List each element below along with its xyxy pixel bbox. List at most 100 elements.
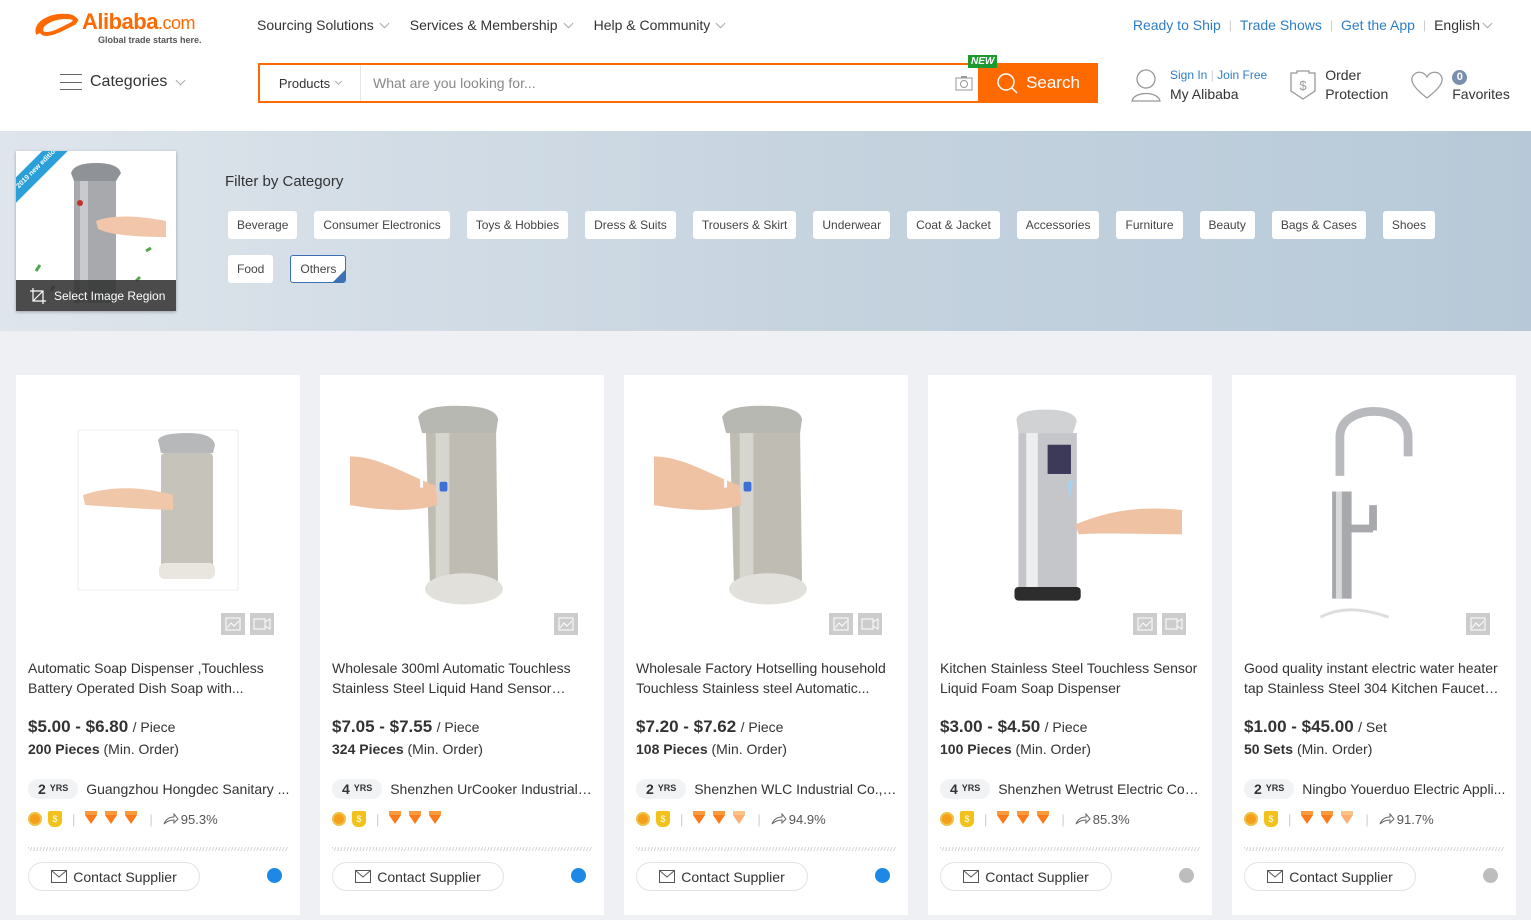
supplier-name[interactable]: Shenzhen UrCooker Industrial C... [390,781,594,797]
category-chip[interactable]: Dress & Suits [585,211,676,239]
nav-services-membership[interactable]: Services & Membership [410,17,574,33]
image-icon[interactable] [554,613,578,635]
ready-to-ship-link[interactable]: Ready to Ship [1133,17,1221,33]
trade-shows-link[interactable]: Trade Shows [1240,17,1322,33]
product-card[interactable]: Automatic Soap Dispenser ,Touchless Batt… [16,375,300,915]
product-title[interactable]: Wholesale 300ml Automatic Touchless Stai… [332,658,594,698]
product-card[interactable]: Good quality instant electric water heat… [1232,375,1516,915]
supplier-name[interactable]: Shenzhen Wetrust Electric Co., ... [998,781,1202,797]
favorites-label: Favorites [1452,86,1510,102]
image-search-banner: 2019 new edition Select Image Region Fil… [0,131,1531,331]
divider: | [1329,18,1333,32]
min-order-suffix: (Min. Order) [1296,741,1373,757]
chevron-down-icon [175,75,186,85]
divider [1244,847,1504,851]
logo-name: Alibaba [82,9,158,34]
contact-supplier-button[interactable]: Contact Supplier [332,862,504,891]
reply-arrow-icon [771,813,787,825]
product-card[interactable]: Wholesale Factory Hotselling household T… [624,375,908,915]
my-alibaba[interactable]: Sign In | Join Free My Alibaba [1130,66,1267,104]
chat-icon[interactable] [1483,868,1498,883]
category-chip[interactable]: Accessories [1016,211,1100,239]
supplier-info: 2 YRS Shenzhen WLC Industrial Co., Ltd. [636,779,898,799]
product-title[interactable]: Wholesale Factory Hotselling household T… [636,658,898,698]
product-image[interactable] [654,395,878,625]
camera-icon[interactable] [950,65,978,101]
sign-in-link[interactable]: Sign In [1170,68,1207,82]
response-rate-value: 91.7% [1396,811,1434,827]
category-chip[interactable]: Beverage [228,211,298,239]
min-order-suffix: (Min. Order) [1015,741,1091,757]
category-chip[interactable]: Food [228,255,274,283]
category-chip[interactable]: Consumer Electronics [314,211,450,239]
product-title[interactable]: Kitchen Stainless Steel Touchless Sensor… [940,658,1202,698]
product-image[interactable] [350,395,574,625]
product-image[interactable] [46,395,270,625]
min-order-qty: 324 Pieces [332,741,404,757]
chat-icon[interactable] [1179,868,1194,883]
image-icon[interactable] [829,613,853,635]
category-chip[interactable]: Furniture [1116,211,1183,239]
category-chip[interactable]: Beauty [1199,211,1255,239]
search-image[interactable]: 2019 new edition Select Image Region [16,151,176,311]
gold-supplier-icon: $ [352,811,366,827]
contact-supplier-button[interactable]: Contact Supplier [636,862,808,891]
response-rate: 95.3% [163,812,218,827]
diamond-icon [1037,810,1050,824]
chat-icon[interactable] [267,868,282,883]
image-icon[interactable] [1133,613,1157,635]
search-input[interactable] [361,65,950,101]
product-title[interactable]: Automatic Soap Dispenser ,Touchless Batt… [28,658,290,698]
video-icon[interactable] [250,613,274,635]
product-price: $1.00 - $45.00 / Set [1244,717,1387,737]
product-image[interactable] [958,395,1182,625]
divider: | [1228,18,1232,32]
nav-sourcing-solutions[interactable]: Sourcing Solutions [257,17,390,33]
years-value: 4 [950,781,958,797]
min-order: 200 Pieces (Min. Order) [28,741,179,757]
nav-help-community[interactable]: Help & Community [594,17,726,33]
image-icon[interactable] [221,613,245,635]
favorites[interactable]: 0 Favorites [1410,66,1510,104]
image-icon[interactable] [1466,613,1490,635]
min-order: 324 Pieces (Min. Order) [332,741,483,757]
category-chip[interactable]: Shoes [1382,211,1435,239]
contact-supplier-button[interactable]: Contact Supplier [940,862,1112,891]
language-selector[interactable]: English [1434,17,1493,33]
product-image[interactable] [1262,395,1486,625]
category-chip[interactable]: Coat & Jacket [907,211,1000,239]
category-chip[interactable]: Bags & Cases [1271,211,1366,239]
contact-supplier-button[interactable]: Contact Supplier [28,862,200,891]
join-free-link[interactable]: Join Free [1217,68,1267,82]
select-image-region-button[interactable]: Select Image Region [16,280,176,311]
category-chip[interactable]: Toys & Hobbies [466,211,569,239]
diamond-icon [713,810,726,824]
contact-supplier-button[interactable]: Contact Supplier [1244,862,1416,891]
video-icon[interactable] [858,613,882,635]
video-icon[interactable] [1162,613,1186,635]
product-card[interactable]: Kitchen Stainless Steel Touchless Sensor… [928,375,1212,915]
category-chip[interactable]: Trousers & Skirt [692,211,797,239]
my-alibaba-label: My Alibaba [1170,86,1239,102]
supplier-name[interactable]: Shenzhen WLC Industrial Co., Ltd. [694,781,898,797]
product-card[interactable]: Wholesale 300ml Automatic Touchless Stai… [320,375,604,915]
search-type-dropdown[interactable]: Products [260,65,361,101]
product-title[interactable]: Good quality instant electric water heat… [1244,658,1506,698]
category-chip[interactable]: Underwear [813,211,891,239]
chat-icon[interactable] [571,868,586,883]
chevron-down-icon [715,18,726,28]
response-rate-value: 95.3% [180,811,218,827]
categories-menu[interactable]: Categories [60,73,186,91]
supplier-name[interactable]: Ningbo Youerduo Electric Appli... [1302,781,1505,797]
min-order: 50 Sets (Min. Order) [1244,741,1372,757]
select-image-region-label: Select Image Region [54,288,166,303]
contact-supplier-label: Contact Supplier [73,868,177,885]
chat-icon[interactable] [875,868,890,883]
supplier-name[interactable]: Guangzhou Hongdec Sanitary ... [86,781,289,797]
order-protection[interactable]: $ Order Protection [1289,66,1388,104]
diamond-icon [429,810,442,824]
alibaba-logo[interactable]: Alibaba.com Global trade starts here. [32,10,202,45]
category-chip[interactable]: Others [290,255,347,283]
get-the-app-link[interactable]: Get the App [1341,17,1415,33]
search-button[interactable]: NEW Search [968,55,1098,103]
